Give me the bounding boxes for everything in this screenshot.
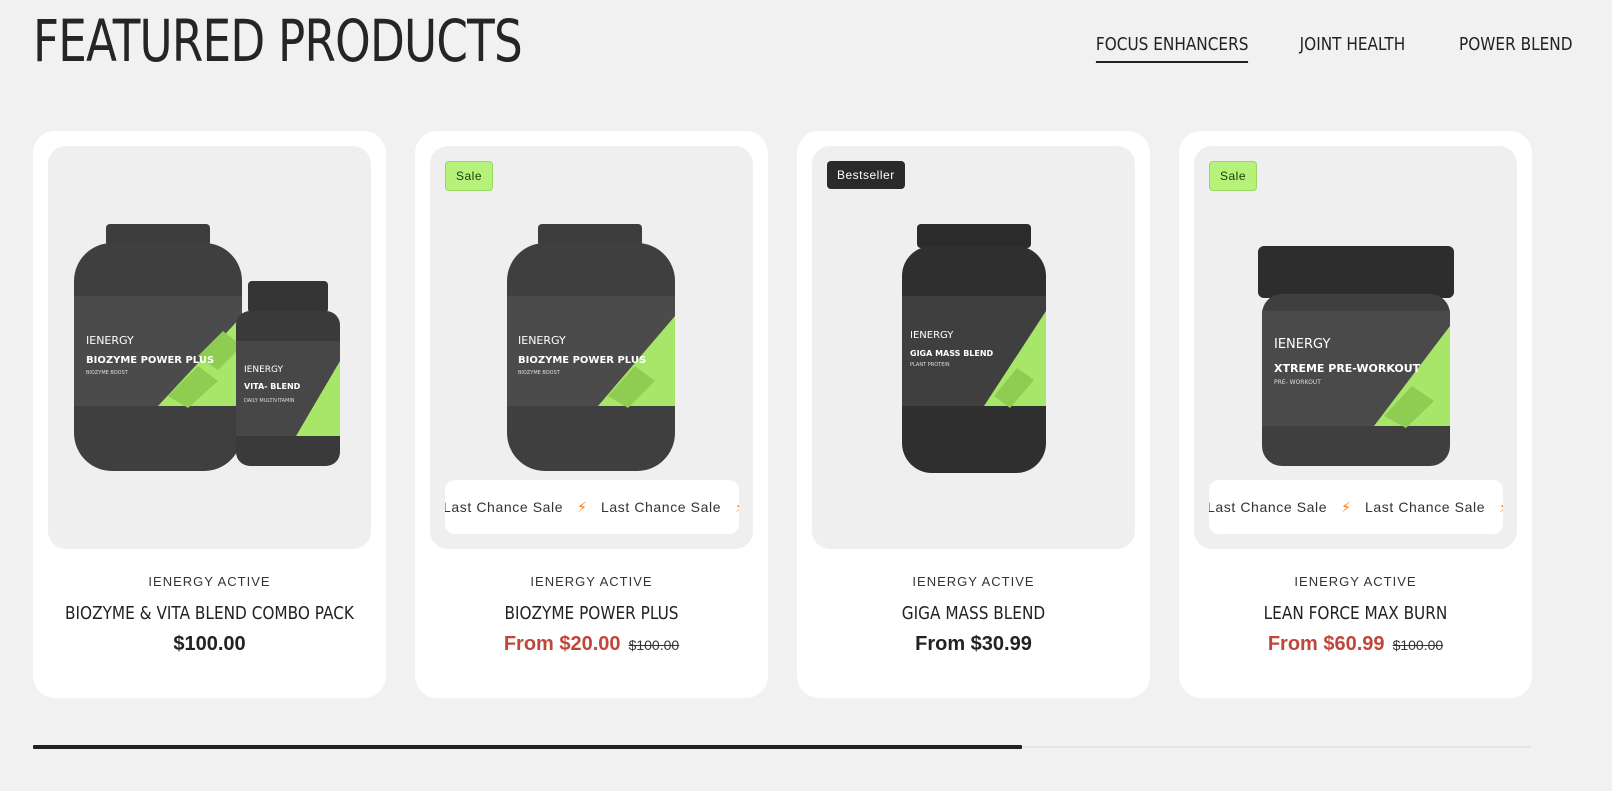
product-card[interactable]: Sale IENERGY XTREME PRE-WORKOUT PRE- WOR… <box>1179 131 1532 698</box>
sale-badge: Sale <box>445 161 494 191</box>
tab-power-blend[interactable]: POWER BLEND <box>1459 32 1572 63</box>
sale-badge: Sale <box>1209 161 1258 191</box>
product-title[interactable]: BIOZYME & VITA BLEND COMBO PACK <box>59 603 359 624</box>
tub-label-text: XTREME PRE-WORKOUT <box>1274 362 1421 375</box>
tab-focus-enhancers[interactable]: FOCUS ENHANCERS <box>1095 32 1249 63</box>
product-carousel: IENERGY BIOZYME POWER PLUS BIOZYME BOOST… <box>33 131 1532 698</box>
product-vendor: IENERGY ACTIVE <box>1294 574 1417 589</box>
product-vendor: IENERGY ACTIVE <box>530 574 653 589</box>
product-image[interactable]: IENERGY BIOZYME POWER PLUS BIOZYME BOOST… <box>48 146 371 549</box>
product-price: From $30.99 <box>797 633 1150 656</box>
jar-logo-text: IENERGY <box>910 330 954 341</box>
tab-joint-health[interactable]: JOINT HEALTH <box>1300 32 1406 63</box>
jar-sublabel-text: BIOZYME BOOST <box>86 370 129 376</box>
marquee-banner: Last Chance Sale ⚡︎ Last Chance Sale ⚡︎ <box>1209 480 1503 534</box>
product-image[interactable]: Sale IENERGY XTREME PRE-WORKOUT PRE- WOR… <box>1194 146 1517 549</box>
price-compare: $100.00 <box>1392 637 1444 653</box>
jar-sublabel-text: PLANT PROTEIN <box>910 362 950 368</box>
product-title[interactable]: BIOZYME POWER PLUS <box>441 603 741 624</box>
price-current: From $30.99 <box>915 633 1032 655</box>
product-jars-image: IENERGY BIOZYME POWER PLUS BIOZYME BOOST… <box>74 224 340 471</box>
jar-logo-text: IENERGY <box>518 334 566 347</box>
lightning-bolt-icon: ⚡︎ <box>735 499 739 516</box>
product-title[interactable]: GIGA MASS BLEND <box>823 603 1123 624</box>
product-card[interactable]: Sale IENERGY BIOZYME POWER PLUS BIOZYME … <box>415 131 768 698</box>
tub-logo-text: IENERGY <box>1274 337 1330 352</box>
price-current: From $20.00 <box>503 633 621 655</box>
price-current: $100.00 <box>173 633 246 655</box>
product-vendor: IENERGY ACTIVE <box>912 574 1035 589</box>
product-card[interactable]: Bestseller IENERGY GIGA MASS BLEND PLANT… <box>797 131 1150 698</box>
product-jar-image: IENERGY GIGA MASS BLEND PLANT PROTEIN <box>902 224 1046 473</box>
bottle-logo-text: IENERGY <box>244 365 284 375</box>
collection-tabs: FOCUS ENHANCERS JOINT HEALTH POWER BLEND <box>1069 32 1572 63</box>
jar-sublabel-text: BIOZYME BOOST <box>518 370 561 376</box>
jar-label-text: BIOZYME POWER PLUS <box>86 355 214 366</box>
product-vendor: IENERGY ACTIVE <box>148 574 271 589</box>
product-card[interactable]: IENERGY BIOZYME POWER PLUS BIOZYME BOOST… <box>33 131 386 698</box>
lightning-bolt-icon: ⚡︎ <box>1499 499 1503 516</box>
marquee-text: Last Chance Sale <box>1209 499 1328 515</box>
marquee-text: Last Chance Sale <box>600 499 722 515</box>
product-image[interactable]: Bestseller IENERGY GIGA MASS BLEND PLANT… <box>812 146 1135 549</box>
lightning-bolt-icon: ⚡︎ <box>1341 498 1351 515</box>
marquee-text: Last Chance Sale <box>445 499 564 515</box>
carousel-scrollbar[interactable] <box>33 745 1531 749</box>
section-title: FEATURED PRODUCTS <box>33 7 523 75</box>
product-price: $100.00 <box>33 633 386 656</box>
bottle-label-text: VITA- BLEND <box>244 382 301 391</box>
product-title[interactable]: LEAN FORCE MAX BURN <box>1205 603 1505 624</box>
product-image[interactable]: Sale IENERGY BIOZYME POWER PLUS BIOZYME … <box>430 146 753 549</box>
tub-sublabel-text: PRE- WORKOUT <box>1274 379 1321 386</box>
product-price: From $20.00 $100.00 <box>415 633 768 656</box>
product-price: From $60.99 $100.00 <box>1179 633 1532 656</box>
marquee-text: Last Chance Sale <box>1364 499 1486 515</box>
jar-label-text: GIGA MASS BLEND <box>910 349 994 358</box>
carousel-scrollbar-thumb[interactable] <box>33 745 1022 749</box>
price-current: From $60.99 <box>1267 633 1385 655</box>
bottle-sublabel-text: DAILY MULTIVITAMIN <box>244 398 295 404</box>
jar-label-text: BIOZYME POWER PLUS <box>518 355 646 366</box>
lightning-bolt-icon: ⚡︎ <box>577 498 587 515</box>
bestseller-badge: Bestseller <box>827 161 905 189</box>
jar-logo-text: IENERGY <box>86 334 134 347</box>
marquee-banner: Last Chance Sale ⚡︎ Last Chance Sale ⚡︎ <box>445 480 739 534</box>
price-compare: $100.00 <box>628 637 680 653</box>
